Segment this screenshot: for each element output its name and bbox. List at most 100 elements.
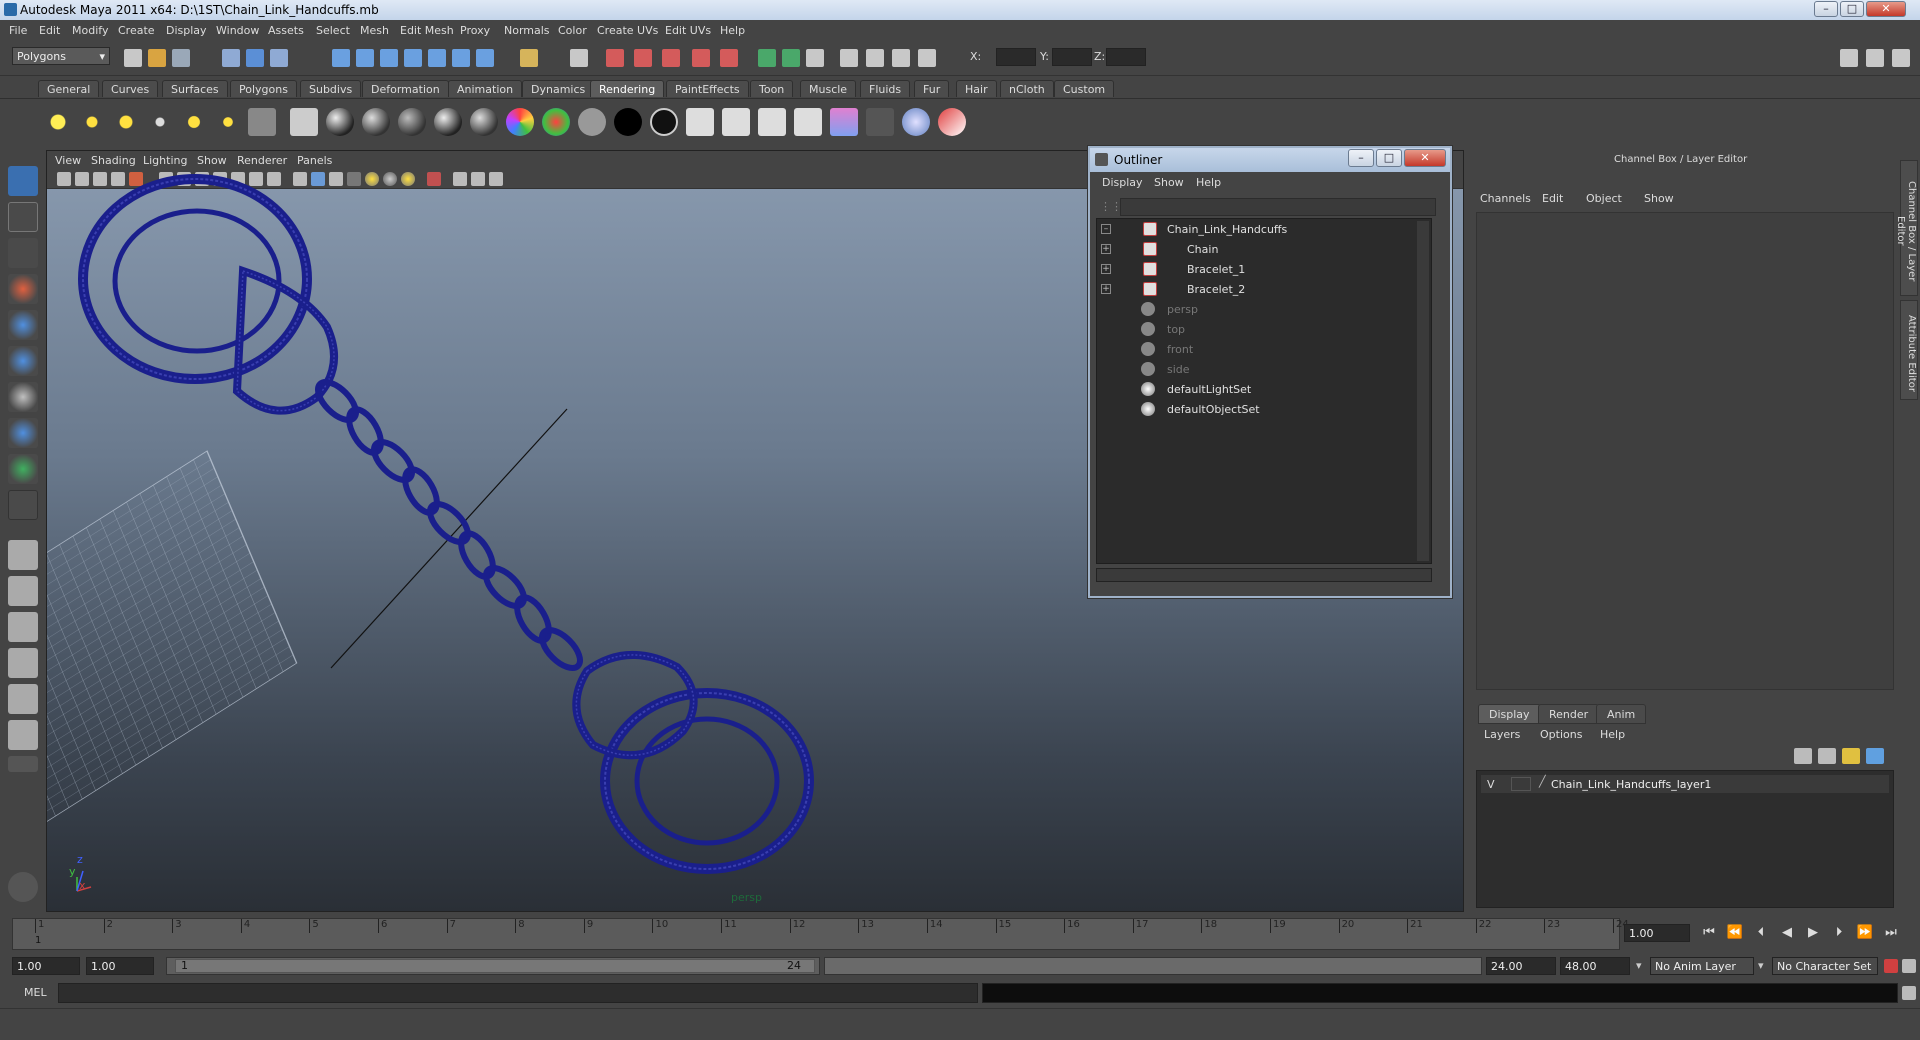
close-button[interactable]: ✕ bbox=[1866, 1, 1906, 17]
outliner-item-chain-link-handcuffs[interactable]: – Chain_Link_Handcuffs bbox=[1097, 219, 1431, 239]
channel-box-menu-channels[interactable]: Channels bbox=[1480, 192, 1531, 205]
show-attribute-editor-icon[interactable] bbox=[758, 49, 776, 67]
anim-layer-dropdown[interactable]: No Anim Layer bbox=[1650, 957, 1754, 975]
playback-start-field[interactable]: 1.00 bbox=[86, 957, 154, 975]
menu-color[interactable]: Color bbox=[558, 24, 587, 37]
snap-grid-icon[interactable] bbox=[332, 49, 350, 67]
shelf-tab-toon[interactable]: Toon bbox=[750, 80, 794, 97]
point-light-icon[interactable] bbox=[112, 108, 140, 136]
play-backwards-icon[interactable]: ◀ bbox=[1776, 922, 1798, 944]
menu-create-uvs[interactable]: Create UVs bbox=[597, 24, 658, 37]
channel-box-menu-edit[interactable]: Edit bbox=[1542, 192, 1563, 205]
channel-box-side-tab[interactable]: Channel Box / Layer Editor bbox=[1895, 160, 1918, 296]
shelf-tab-muscle[interactable]: Muscle bbox=[800, 80, 857, 97]
layer-tab-anim[interactable]: Anim bbox=[1596, 704, 1647, 724]
phonge-material-icon[interactable] bbox=[470, 108, 498, 136]
outliner-filter-input[interactable] bbox=[1120, 198, 1436, 216]
shelf-tab-animation[interactable]: Animation bbox=[448, 80, 523, 97]
blinn-material-icon[interactable] bbox=[362, 108, 390, 136]
x-coord-field[interactable] bbox=[996, 48, 1036, 66]
auto-key-icon[interactable] bbox=[1884, 959, 1898, 973]
outliner-menu-show[interactable]: Show bbox=[1154, 176, 1184, 189]
expand-icon[interactable]: + bbox=[1101, 284, 1111, 294]
last-tool-icon[interactable] bbox=[8, 490, 38, 520]
shelf-tab-deformation[interactable]: Deformation bbox=[362, 80, 449, 97]
maximize-button[interactable]: □ bbox=[1840, 1, 1864, 17]
playback-end-field[interactable]: 24.00 bbox=[1486, 957, 1556, 975]
outliner-minimize-button[interactable]: – bbox=[1348, 149, 1374, 167]
render-view-shelf-icon[interactable] bbox=[686, 108, 714, 136]
new-layer-icon[interactable] bbox=[1842, 748, 1860, 764]
menu-edit[interactable]: Edit bbox=[39, 24, 60, 37]
animation-start-field[interactable]: 1.00 bbox=[12, 957, 80, 975]
input-output-icon[interactable] bbox=[520, 49, 538, 67]
soft-modification-tool-icon[interactable] bbox=[8, 418, 38, 448]
outliner-close-button[interactable]: ✕ bbox=[1404, 149, 1446, 167]
ramp-shader-icon[interactable] bbox=[506, 108, 534, 136]
move-layer-up-icon[interactable] bbox=[1794, 748, 1812, 764]
menu-file[interactable]: File bbox=[9, 24, 27, 37]
command-input[interactable] bbox=[58, 983, 978, 1003]
shelf-tab-dynamics[interactable]: Dynamics bbox=[522, 80, 595, 97]
select-by-component-icon[interactable] bbox=[270, 49, 288, 67]
step-forward-key-icon[interactable]: ⏩ bbox=[1854, 922, 1876, 944]
outliner-menu-display[interactable]: Display bbox=[1102, 176, 1143, 189]
outliner-item-front[interactable]: front bbox=[1097, 339, 1431, 359]
menu-proxy[interactable]: Proxy bbox=[460, 24, 490, 37]
outliner-menu-help[interactable]: Help bbox=[1196, 176, 1221, 189]
outliner-item-top[interactable]: top bbox=[1097, 319, 1431, 339]
more-layouts-icon[interactable] bbox=[8, 756, 38, 772]
toggle-panel-icon[interactable] bbox=[1840, 49, 1858, 67]
snap-curve-icon[interactable] bbox=[356, 49, 374, 67]
layer-tab-render[interactable]: Render bbox=[1538, 704, 1600, 724]
render-frame-icon[interactable] bbox=[570, 49, 588, 67]
expand-icon[interactable]: + bbox=[1101, 264, 1111, 274]
numeric-input-icon[interactable] bbox=[840, 49, 858, 67]
make-live-icon[interactable] bbox=[428, 49, 446, 67]
render-settings-shelf-icon[interactable] bbox=[290, 108, 318, 136]
menu-edit-uvs[interactable]: Edit UVs bbox=[665, 24, 711, 37]
paint-texture-icon[interactable] bbox=[938, 108, 966, 136]
range-slider-track[interactable] bbox=[824, 957, 1482, 975]
character-set-dropdown[interactable]: No Character Set bbox=[1772, 957, 1878, 975]
snapshot-icon[interactable] bbox=[794, 108, 822, 136]
shelf-tab-hair[interactable]: Hair bbox=[956, 80, 997, 97]
phong-material-icon[interactable] bbox=[434, 108, 462, 136]
render-layer-icon[interactable] bbox=[248, 108, 276, 136]
rotate-tool-icon[interactable] bbox=[8, 310, 38, 340]
step-back-key-icon[interactable]: ⏪ bbox=[1724, 922, 1746, 944]
attribute-editor-side-tab[interactable]: Attribute Editor bbox=[1900, 300, 1918, 400]
ambient-light-icon[interactable] bbox=[44, 108, 72, 136]
volume-light-icon[interactable] bbox=[214, 108, 242, 136]
current-frame-field[interactable]: 1.00 bbox=[1624, 924, 1690, 942]
y-coord-field[interactable] bbox=[1052, 48, 1092, 66]
history-icon[interactable] bbox=[452, 49, 470, 67]
shelf-tab-fur[interactable]: Fur bbox=[914, 80, 950, 97]
menu-normals[interactable]: Normals bbox=[504, 24, 550, 37]
show-manipulator-tool-icon[interactable] bbox=[8, 454, 38, 484]
anisotropic-material-icon[interactable] bbox=[326, 108, 354, 136]
shelf-tab-rendering[interactable]: Rendering bbox=[590, 80, 665, 97]
layer-menu-layers[interactable]: Layers bbox=[1484, 728, 1520, 741]
layer-visibility-toggle[interactable]: V bbox=[1487, 778, 1495, 791]
shelf-tab-subdivs[interactable]: Subdivs bbox=[300, 80, 362, 97]
go-to-end-icon[interactable]: ⏭ bbox=[1880, 922, 1902, 944]
channel-box-menu-object[interactable]: Object bbox=[1586, 192, 1622, 205]
shelf-tab-curves[interactable]: Curves bbox=[102, 80, 159, 97]
filter-icon[interactable]: ⋮⋮ bbox=[1100, 200, 1122, 213]
persp-graph-layout-icon[interactable] bbox=[8, 648, 38, 678]
layer-tab-display[interactable]: Display bbox=[1478, 704, 1541, 724]
single-perspective-layout-icon[interactable] bbox=[8, 540, 38, 570]
range-slider[interactable]: 1 24 bbox=[166, 957, 820, 975]
menu-mesh[interactable]: Mesh bbox=[360, 24, 389, 37]
menu-modify[interactable]: Modify bbox=[72, 24, 108, 37]
scale-tool-icon[interactable] bbox=[8, 346, 38, 376]
paint-select-tool-icon[interactable] bbox=[8, 238, 38, 268]
persp-graph-hypergraph-layout-icon[interactable] bbox=[8, 720, 38, 750]
outliner-vertical-scrollbar[interactable] bbox=[1417, 221, 1429, 561]
toggle-layout-icon[interactable] bbox=[1892, 49, 1910, 67]
hypershade-layout-icon[interactable] bbox=[8, 684, 38, 714]
chevron-down-icon[interactable]: ▾ bbox=[1636, 959, 1642, 972]
channel-box-menu-show[interactable]: Show bbox=[1644, 192, 1674, 205]
layer-menu-options[interactable]: Options bbox=[1540, 728, 1582, 741]
